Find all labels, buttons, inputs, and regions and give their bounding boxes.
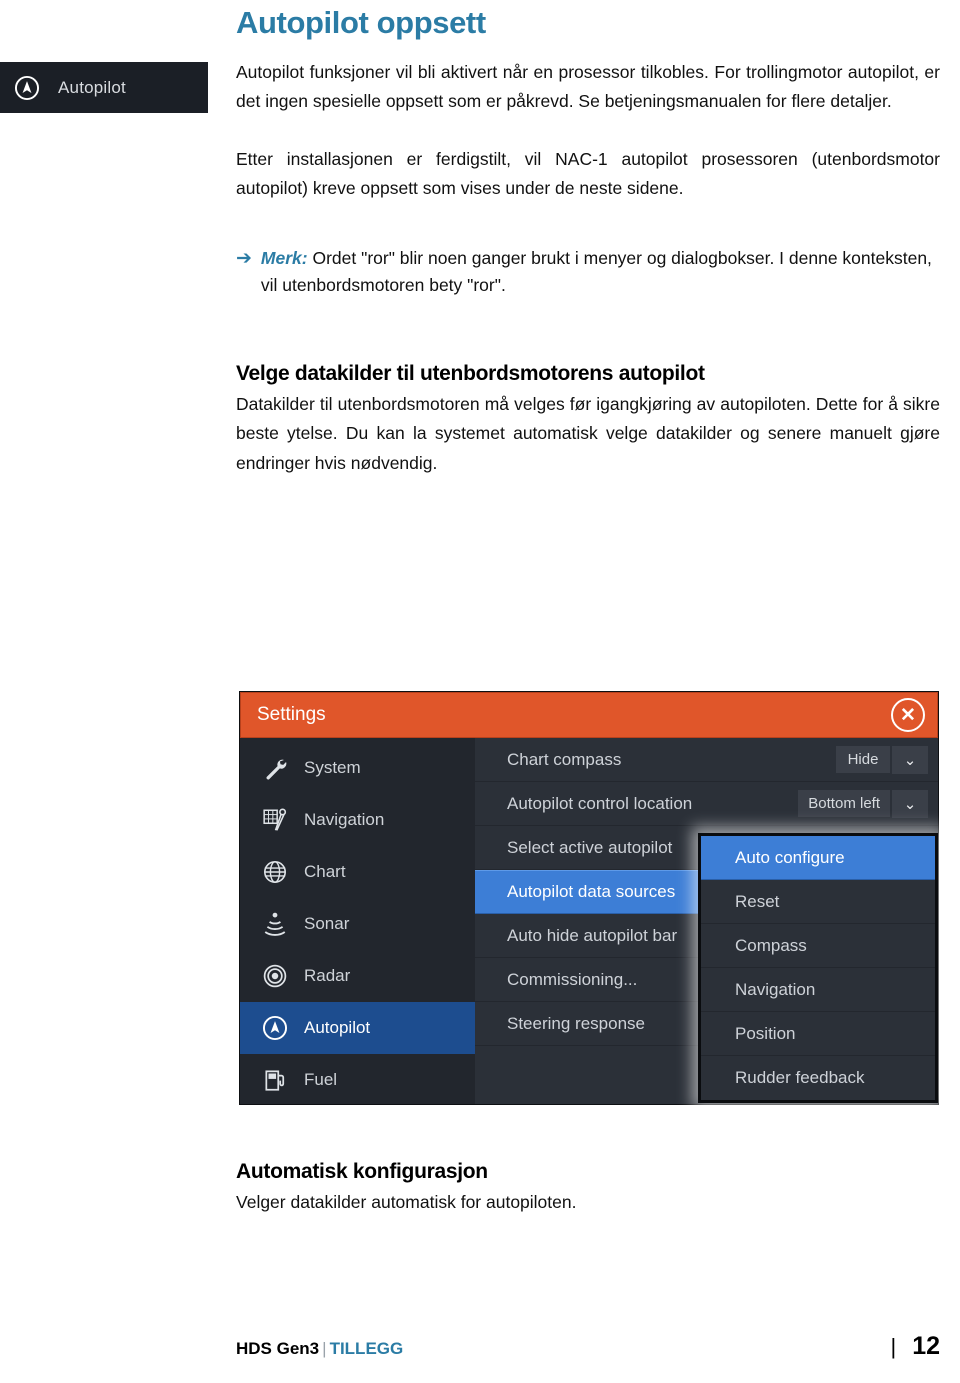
sidebar-item-label: Chart [304,862,346,881]
radar-icon [262,963,288,989]
sidebar-item-sonar[interactable]: Sonar [240,898,475,950]
intro-paragraph: Autopilot funksjoner vil bli aktivert nå… [236,62,940,112]
sidebar-item-label: Radar [304,966,351,985]
option-row-chart-compass[interactable]: Chart compass Hide ⌄ [475,738,938,782]
popup-item-label: Reset [735,891,780,911]
popup-item-label: Navigation [735,979,816,999]
fuel-icon [262,1067,288,1093]
option-label: Auto hide autopilot bar [507,925,678,945]
popup-item-position[interactable]: Position [701,1012,935,1056]
option-dropdown[interactable]: Bottom left ⌄ [798,789,928,818]
autopilot-icon [14,75,40,101]
option-label: Autopilot data sources [507,882,676,901]
navigation-icon [262,807,288,833]
margin-badge-autopilot: Autopilot [0,62,208,113]
content-column: Autopilot oppsett Autopilot funksjoner v… [236,0,940,478]
option-dropdown[interactable]: Hide ⌄ [836,745,928,774]
popup-item-label: Position [735,1023,796,1043]
popup-item-rudder-feedback[interactable]: Rudder feedback [701,1056,935,1100]
page-title: Autopilot oppsett [236,5,486,40]
sidebar-item-radar[interactable]: Radar [240,950,475,1002]
popup-item-label: Auto configure [735,847,845,867]
device-title: Settings [257,704,326,725]
option-value: Bottom left [798,790,890,817]
option-label: Chart compass [507,749,622,769]
option-label: Autopilot control location [507,793,693,813]
section-heading: Velge datakilder til utenbordsmotorens a… [236,361,705,385]
subsection-block: Automatisk konfigurasjon Velger datakild… [236,1160,940,1217]
option-value: Hide [836,746,890,773]
note-label: Merk: [260,247,308,268]
footer-separator: | [322,1339,327,1358]
popup-item-compass[interactable]: Compass [701,924,935,968]
chevron-down-icon[interactable]: ⌄ [892,789,928,818]
sidebar-item-autopilot[interactable]: Autopilot [240,1002,496,1054]
device-sidebar: System Navigation Chart Sonar Radar Auto… [240,738,496,1106]
footer-brand: TILLEGG [329,1339,404,1358]
page-footer: HDS Gen3 | TILLEGG | 12 [236,1332,940,1361]
sonar-icon [262,911,288,937]
sidebar-item-label: Fuel [304,1070,338,1089]
sidebar-item-navigation[interactable]: Navigation [240,794,475,846]
option-label: Select active autopilot [507,837,673,857]
popup-item-navigation[interactable]: Navigation [701,968,935,1012]
note-body-text: Ordet "ror" blir noen ganger brukt i men… [260,247,932,296]
margin-badge-label: Autopilot [58,77,126,97]
footer-rule: | [890,1334,897,1359]
subsection-paragraph: Velger datakilder automatisk for autopil… [236,1192,577,1212]
device-titlebar: Settings ✕ [240,692,938,738]
arrow-right-icon: ➔ [236,247,252,269]
chevron-down-icon[interactable]: ⌄ [892,745,928,774]
option-label: Commissioning... [507,969,638,989]
subsection-heading: Automatisk konfigurasjon [236,1160,488,1183]
autopilot-data-sources-popup: Auto configure Reset Compass Navigation … [698,833,938,1103]
footer-right: | 12 [890,1332,940,1361]
note-block: ➔ Merk: Ordet "ror" blir noen ganger bru… [236,244,940,300]
sidebar-item-chart[interactable]: Chart [240,846,475,898]
page-number: 12 [912,1332,940,1360]
popup-item-label: Compass [735,935,807,955]
sidebar-item-fuel[interactable]: Fuel [240,1054,475,1106]
option-row-autopilot-control-location[interactable]: Autopilot control location Bottom left ⌄ [475,782,938,826]
sidebar-item-system[interactable]: System [240,742,475,794]
popup-item-reset[interactable]: Reset [701,880,935,924]
sidebar-item-label: Navigation [304,810,385,829]
close-icon[interactable]: ✕ [891,698,925,732]
footer-left: HDS Gen3 | TILLEGG [236,1339,403,1359]
note-text: Merk: Ordet "ror" blir noen ganger brukt… [261,245,940,300]
wrench-icon [262,755,288,781]
sidebar-item-label: Autopilot [304,1018,371,1037]
autopilot-icon [262,1015,288,1041]
second-paragraph: Etter installasjonen er ferdigstilt, vil… [236,148,940,199]
popup-item-auto-configure[interactable]: Auto configure [701,836,935,880]
sidebar-item-label: Sonar [304,914,350,933]
document-page: Autopilot Autopilot oppsett Autopilot fu… [0,0,960,1383]
option-label: Steering response [507,1013,645,1033]
globe-icon [262,859,288,885]
sidebar-item-label: System [304,758,361,777]
popup-item-label: Rudder feedback [735,1068,865,1087]
device-settings-screenshot: Settings ✕ System Navigation Chart Sonar… [240,692,938,1104]
footer-product: HDS Gen3 [236,1339,320,1358]
section-paragraph: Datakilder til utenbordsmotoren må velge… [236,393,940,473]
